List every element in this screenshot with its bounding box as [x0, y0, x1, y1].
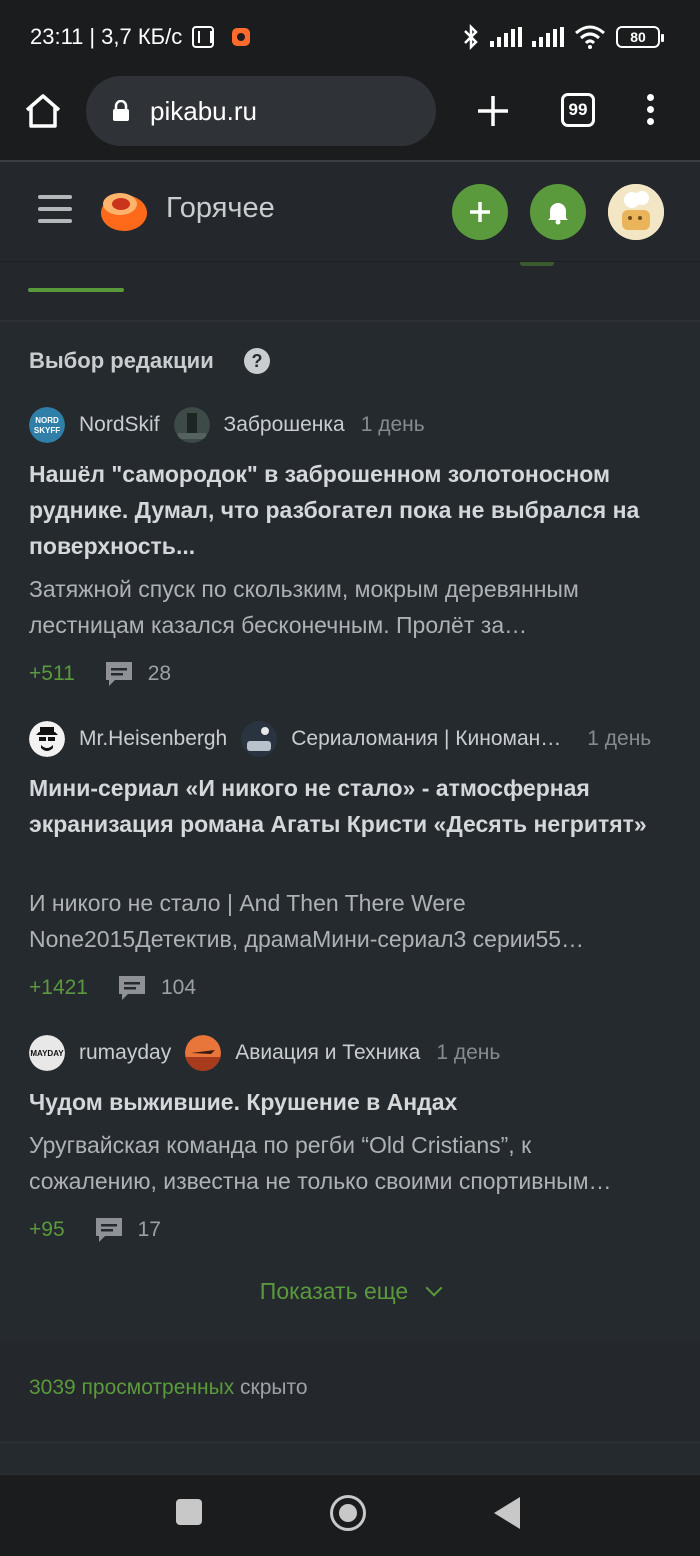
show-more-label: Показать еще	[259, 1278, 409, 1304]
comment-icon[interactable]	[93, 1215, 125, 1245]
post-rating: +95	[29, 1218, 65, 1241]
community-name[interactable]: Авиация и Техника	[235, 1041, 420, 1065]
post-stats: +1421 104	[29, 971, 196, 1005]
community-avatar[interactable]	[241, 721, 278, 757]
author-name[interactable]: rumayday	[79, 1041, 171, 1065]
bluetooth-icon	[464, 24, 478, 50]
comments-count[interactable]: 17	[138, 1218, 161, 1242]
post-rating: +511	[29, 662, 75, 685]
community-name[interactable]: Заброшенка	[224, 413, 345, 437]
wifi-icon	[575, 25, 605, 49]
pikabu-logo-icon[interactable]	[96, 186, 150, 236]
author-name[interactable]: NordSkif	[79, 413, 160, 437]
new-tab-icon[interactable]	[476, 94, 510, 128]
post-stats: +511 28	[29, 657, 171, 691]
recent-apps-icon[interactable]	[176, 1499, 202, 1525]
notification-icon	[232, 28, 251, 46]
editors-choice-block: Выбор редакции ? NORD SKYFF NordSkif Заб…	[0, 324, 700, 1340]
overflow-menu-icon[interactable]	[644, 94, 656, 130]
add-post-button[interactable]	[452, 184, 508, 240]
comments-count[interactable]: 104	[161, 976, 196, 1000]
community-name[interactable]: Сериаломания | Киноман…	[291, 727, 561, 751]
comments-count[interactable]: 28	[148, 662, 171, 686]
show-more-button[interactable]: Показать еще	[0, 1278, 700, 1305]
home-circle-icon[interactable]	[330, 1495, 366, 1531]
tab-marker	[520, 262, 554, 266]
browser-toolbar: pikabu.ru 99	[0, 76, 700, 162]
post-excerpt[interactable]: Уругвайская команда по регби “Old Cristi…	[29, 1127, 674, 1199]
nfc-icon	[192, 26, 215, 48]
lock-icon	[113, 100, 129, 121]
post-meta: NORD SKYFF NordSkif Заброшенка 1 день	[29, 407, 425, 443]
author-name[interactable]: Mr.Heisenbergh	[79, 727, 227, 751]
post-excerpt[interactable]: И никого не стало | And Then There Were …	[29, 885, 674, 957]
chevron-down-icon	[425, 1279, 443, 1297]
feed-continuation	[0, 1442, 700, 1474]
avatar-image-icon	[608, 184, 664, 240]
post-title[interactable]: Нашёл "самородок" в заброшенном золотоно…	[29, 456, 674, 564]
svg-text:SKYFF: SKYFF	[34, 426, 60, 435]
status-speed: 3,7 КБ/с	[101, 24, 183, 49]
hamburger-menu-icon[interactable]	[38, 195, 72, 225]
svg-text:MAYDAY: MAYDAY	[30, 1049, 64, 1058]
system-navigation-bar	[0, 1474, 700, 1556]
post-time: 1 день	[587, 727, 652, 750]
viewed-posts-notice: 3039 просмотренных скрыто	[0, 1342, 700, 1440]
bell-icon	[548, 203, 568, 225]
community-avatar[interactable]	[185, 1035, 222, 1071]
tabs-count-button[interactable]: 99	[561, 93, 595, 127]
user-avatar[interactable]	[608, 184, 664, 240]
post-excerpt[interactable]: Затяжной спуск по скользким, мокрым дере…	[29, 571, 674, 643]
post-meta: Mr.Heisenbergh Сериаломания | Киноман… 1…	[29, 721, 651, 757]
signal-icon	[532, 27, 564, 47]
author-avatar[interactable]: MAYDAY	[29, 1035, 65, 1071]
back-icon[interactable]	[494, 1497, 520, 1529]
comment-icon[interactable]	[116, 973, 148, 1003]
address-bar[interactable]: pikabu.ru	[86, 76, 436, 146]
viewed-count-link[interactable]: 3039 просмотренных	[29, 1376, 234, 1399]
comment-icon[interactable]	[103, 659, 135, 689]
author-avatar[interactable]: NORD SKYFF	[29, 407, 65, 443]
site-header: Горячее	[0, 162, 700, 262]
post-meta: MAYDAY rumayday Авиация и Техника 1 день	[29, 1035, 500, 1071]
help-icon[interactable]: ?	[244, 348, 270, 374]
post-time: 1 день	[360, 413, 425, 436]
home-icon[interactable]	[22, 90, 64, 132]
active-tab-indicator[interactable]	[28, 288, 124, 292]
community-avatar[interactable]	[173, 407, 210, 443]
notifications-button[interactable]	[530, 184, 586, 240]
page-title: Горячее	[166, 192, 275, 224]
signal-icon	[490, 27, 522, 47]
post-stats: +95 17	[29, 1213, 161, 1247]
feed-tabs	[0, 262, 700, 322]
svg-text:NORD: NORD	[35, 416, 59, 425]
post-time: 1 день	[436, 1041, 501, 1064]
editors-choice-title: Выбор редакции	[29, 348, 214, 373]
url-text: pikabu.ru	[150, 96, 257, 126]
post-title[interactable]: Чудом выжившие. Крушение в Андах	[29, 1084, 674, 1120]
battery-icon: 80	[616, 26, 664, 48]
author-avatar[interactable]	[29, 721, 65, 757]
post-title[interactable]: Мини-сериал «И никого не стало» - атмосф…	[29, 770, 674, 842]
post-rating: +1421	[29, 976, 88, 999]
status-bar: 23:11 | 3,7 КБ/с 80	[0, 0, 700, 76]
viewed-hidden-label: скрыто	[234, 1376, 308, 1399]
status-time: 23:11	[30, 24, 84, 49]
plus-icon	[470, 202, 490, 222]
